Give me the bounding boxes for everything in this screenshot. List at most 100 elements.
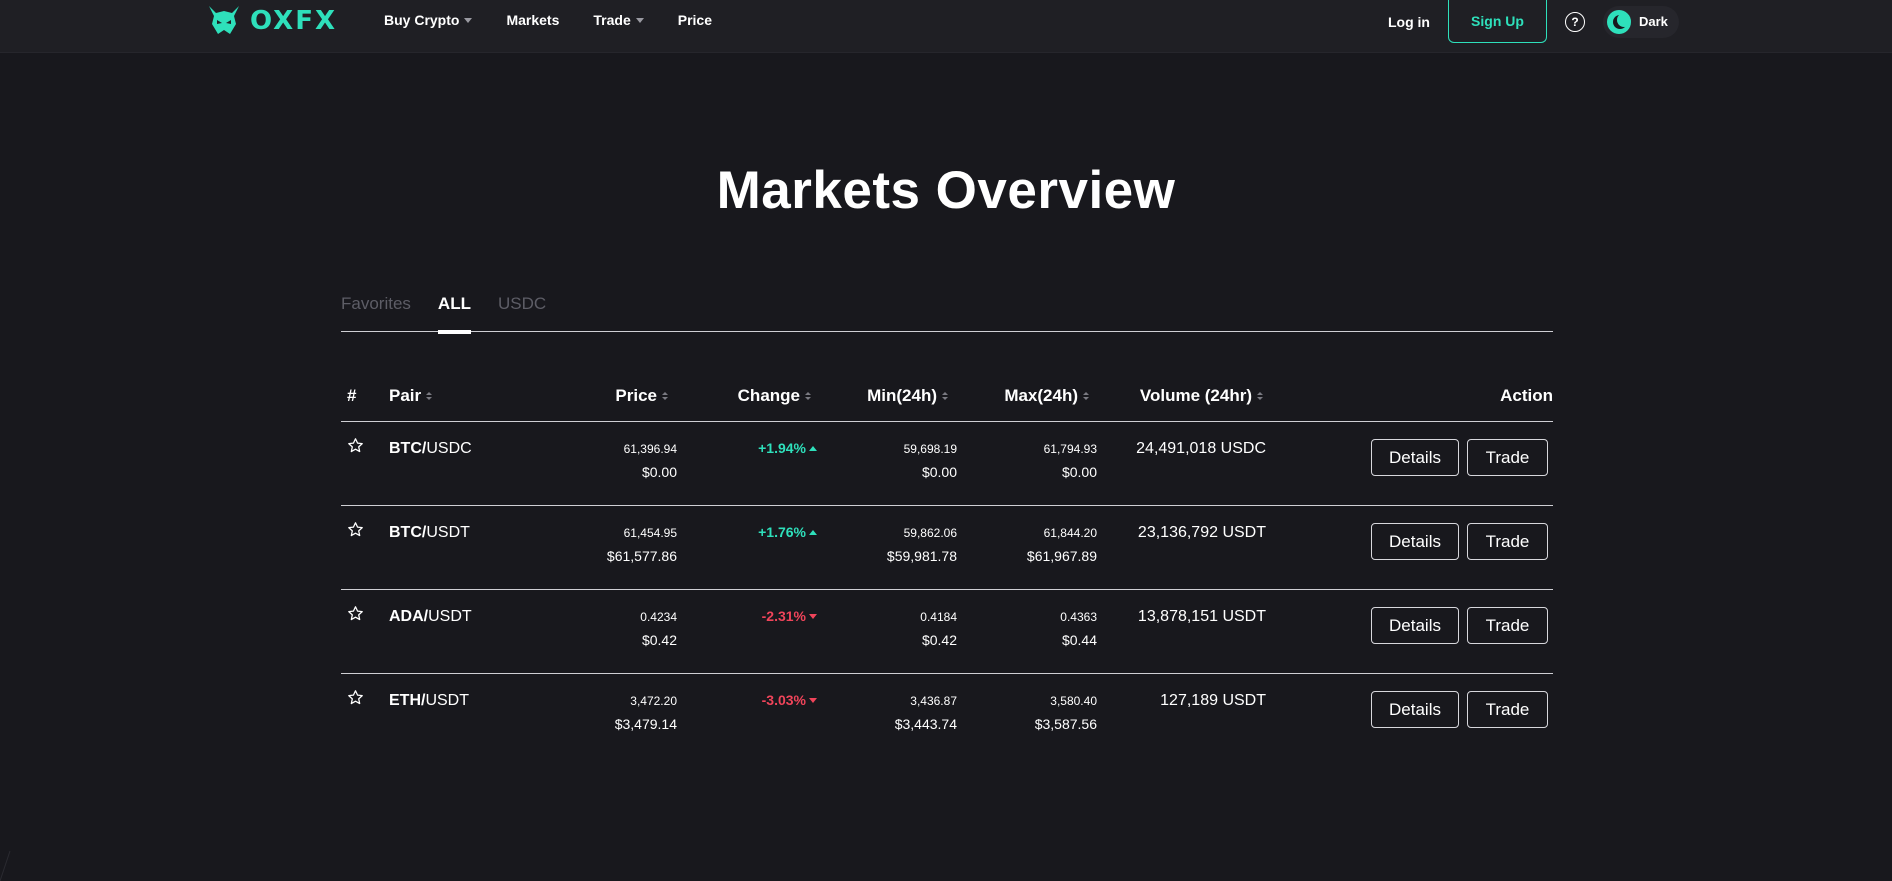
max-value: 3,580.40 xyxy=(1050,694,1097,708)
sort-icon xyxy=(942,392,948,400)
pair-quote: USDT xyxy=(426,524,470,541)
star-outline-icon[interactable] xyxy=(347,605,364,622)
pair-cell: ADA/USDT xyxy=(389,608,472,626)
col-label: Min(24h) xyxy=(867,386,937,405)
login-link[interactable]: Log in xyxy=(1388,14,1430,30)
table-row: ADA/USDT 0.4234 $0.42 -2.31% 0.4184 $0.42 … xyxy=(341,590,1553,674)
trade-button[interactable]: Trade xyxy=(1467,691,1548,728)
max-usd: $0.00 xyxy=(1061,464,1097,480)
price-value: 3,472.20 xyxy=(630,694,677,708)
theme-toggle[interactable]: Dark xyxy=(1603,5,1679,38)
pair-base: ETH xyxy=(389,692,421,709)
col-max[interactable]: Max(24h) xyxy=(1004,386,1089,406)
top-navbar: OXFX Buy Crypto Markets Trade Price Log … xyxy=(0,0,1892,53)
col-price[interactable]: Price xyxy=(615,386,668,406)
col-label: # xyxy=(347,386,357,405)
arrow-up-icon xyxy=(809,445,817,451)
details-button[interactable]: Details xyxy=(1371,607,1459,644)
pair-base: BTC xyxy=(389,524,422,541)
nav-label: Price xyxy=(677,12,712,28)
col-volume[interactable]: Volume (24hr) xyxy=(1140,386,1263,406)
min-value: 3,436.87 xyxy=(910,694,957,708)
page-title: Markets Overview xyxy=(716,161,1176,220)
max-usd: $3,587.56 xyxy=(1034,716,1097,732)
col-change[interactable]: Change xyxy=(738,386,811,406)
price-value: 61,396.94 xyxy=(623,442,677,456)
star-outline-icon[interactable] xyxy=(347,437,364,454)
signup-button[interactable]: Sign Up xyxy=(1448,0,1547,43)
trade-button[interactable]: Trade xyxy=(1467,523,1548,560)
col-label: Volume (24hr) xyxy=(1139,386,1252,405)
table-header: # Pair Price Change Min(24h) Max(24h) Vo… xyxy=(341,378,1553,422)
col-label: Max(24h) xyxy=(1004,386,1078,405)
trade-button[interactable]: Trade xyxy=(1467,607,1548,644)
nav-price[interactable]: Price xyxy=(678,12,712,28)
logo-text: OXFX xyxy=(250,6,338,36)
tab-all[interactable]: ALL xyxy=(437,290,472,334)
change-value: +1.94% xyxy=(758,440,806,456)
min-cell: 59,698.19 $0.00 xyxy=(904,422,957,480)
col-label: Price xyxy=(615,386,657,405)
question-circle-icon[interactable]: ? xyxy=(1565,11,1585,32)
max-value: 0.4363 xyxy=(1060,610,1097,624)
min-usd: $0.42 xyxy=(921,632,957,648)
star-outline-icon[interactable] xyxy=(347,521,364,538)
details-button[interactable]: Details xyxy=(1371,439,1459,476)
max-value: 61,794.93 xyxy=(1043,442,1097,456)
nav-trade[interactable]: Trade xyxy=(593,12,644,28)
min-cell: 3,436.87 $3,443.74 xyxy=(895,674,957,732)
details-button[interactable]: Details xyxy=(1371,691,1459,728)
max-usd: $0.44 xyxy=(1061,632,1097,648)
max-cell: 61,794.93 $0.00 xyxy=(1044,422,1097,480)
max-cell: 3,580.40 $3,587.56 xyxy=(1035,674,1097,732)
price-usd: $61,577.86 xyxy=(606,548,677,564)
volume-cell: 24,491,018 USDC xyxy=(1136,440,1266,457)
tab-usdc[interactable]: USDC xyxy=(498,290,546,332)
min-usd: $0.00 xyxy=(921,464,957,480)
moon-icon xyxy=(1607,9,1631,34)
price-cell: 61,454.95 $61,577.86 xyxy=(607,506,677,564)
main-nav: Buy Crypto Markets Trade Price xyxy=(384,0,746,40)
min-value: 59,862.06 xyxy=(903,526,957,540)
volume-cell: 23,136,792 USDT xyxy=(1137,524,1266,541)
min-value: 0.4184 xyxy=(920,610,957,624)
table-row: ETH/USDT 3,472.20 $3,479.14 -3.03% 3,436.… xyxy=(341,674,1553,758)
star-outline-icon[interactable] xyxy=(347,689,364,706)
change-value: +1.76% xyxy=(758,524,806,540)
volume-cell: 127,189 USDT xyxy=(1160,692,1266,709)
nav-markets[interactable]: Markets xyxy=(506,12,559,28)
col-min[interactable]: Min(24h) xyxy=(867,386,948,406)
max-value: 61,844.20 xyxy=(1043,526,1097,540)
pair-base: ADA xyxy=(389,608,424,625)
col-label: Change xyxy=(737,386,800,405)
col-label: Pair xyxy=(389,386,422,405)
trade-button[interactable]: Trade xyxy=(1467,439,1548,476)
pair-quote: USDC xyxy=(426,440,472,457)
max-cell: 61,844.20 $61,967.89 xyxy=(1027,506,1097,564)
details-button[interactable]: Details xyxy=(1371,523,1459,560)
arrow-up-icon xyxy=(809,529,817,535)
change-value: -3.03% xyxy=(761,692,806,708)
nav-label: Trade xyxy=(593,12,631,28)
nav-buy-crypto[interactable]: Buy Crypto xyxy=(384,12,473,28)
sort-icon xyxy=(805,392,811,400)
min-cell: 0.4184 $0.42 xyxy=(920,590,957,648)
col-pair[interactable]: Pair xyxy=(389,386,433,406)
max-usd: $61,967.89 xyxy=(1026,548,1097,564)
pair-quote: USDT xyxy=(428,608,472,625)
price-value: 61,454.95 xyxy=(623,526,677,540)
price-cell: 0.4234 $0.42 xyxy=(640,590,677,648)
price-cell: 61,396.94 $0.00 xyxy=(624,422,677,480)
change-cell: -2.31% xyxy=(762,608,817,624)
col-action: Action xyxy=(1500,386,1553,406)
tab-favorites[interactable]: Favorites xyxy=(341,290,411,332)
header-actions: Log in Sign Up ? Dark xyxy=(1388,0,1679,43)
market-tabs: Favorites ALL USDC xyxy=(341,290,1553,334)
price-usd: $0.00 xyxy=(641,464,677,480)
volume-cell: 13,878,151 USDT xyxy=(1137,608,1266,625)
change-cell: +1.76% xyxy=(758,524,817,540)
pair-cell: ETH/USDT xyxy=(389,692,469,710)
sort-icon xyxy=(426,392,433,400)
max-cell: 0.4363 $0.44 xyxy=(1060,590,1097,648)
logo[interactable]: OXFX xyxy=(206,4,337,38)
